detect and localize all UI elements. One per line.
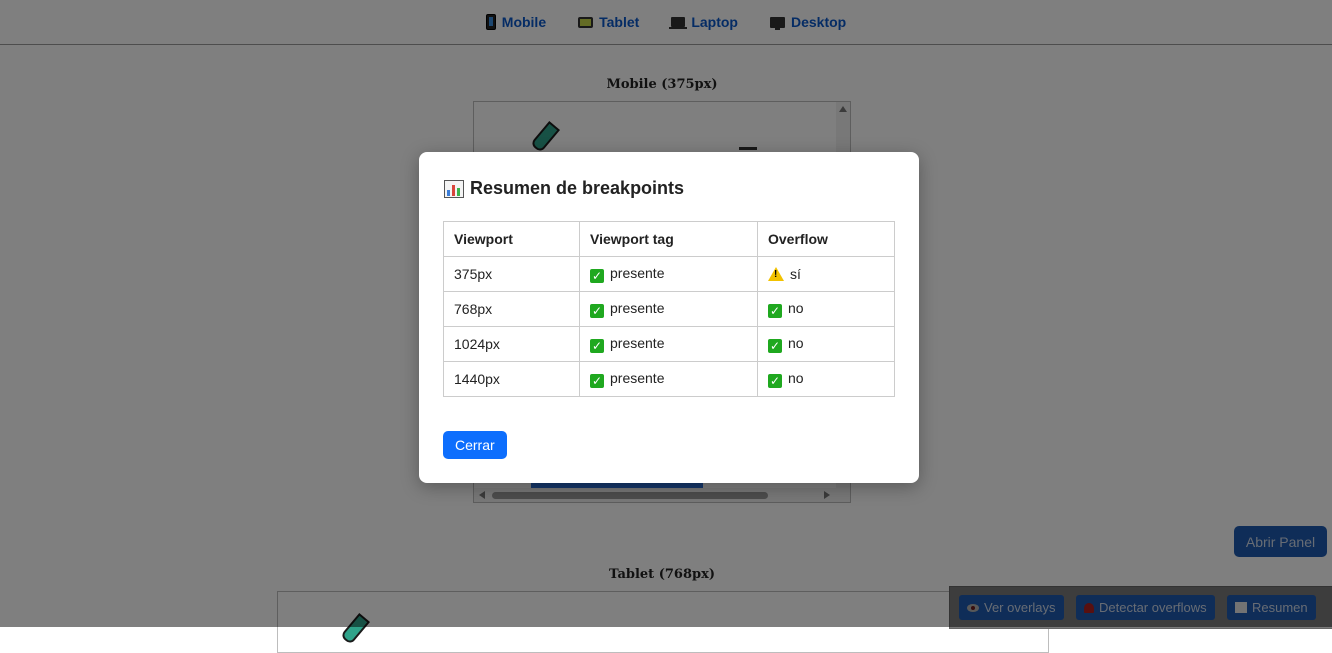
overflow-value: no bbox=[788, 370, 804, 386]
modal-title-text: Resumen de breakpoints bbox=[470, 178, 685, 198]
overflow-value: no bbox=[788, 335, 804, 351]
check-mark-icon: ✓ bbox=[768, 339, 782, 353]
column-header-viewport: Viewport bbox=[443, 221, 580, 257]
viewport-cell: 1440px bbox=[443, 361, 580, 397]
column-header-viewport-tag: Viewport tag bbox=[579, 221, 758, 257]
bar-chart-icon bbox=[444, 179, 464, 198]
overflow-value: sí bbox=[790, 266, 801, 282]
overflow-cell: ✓ no bbox=[757, 291, 895, 327]
close-button[interactable]: Cerrar bbox=[443, 431, 507, 459]
modal-title: Resumen de breakpoints bbox=[444, 178, 684, 199]
viewport-tag-value: presente bbox=[610, 300, 665, 316]
overflow-cell: sí bbox=[757, 256, 895, 292]
viewport-tag-cell: ✓ presente bbox=[579, 291, 758, 327]
check-mark-icon: ✓ bbox=[590, 269, 604, 283]
viewport-tag-cell: ✓ presente bbox=[579, 256, 758, 292]
overflow-cell: ✓ no bbox=[757, 326, 895, 362]
table-row: 768px ✓ presente ✓ no bbox=[443, 291, 895, 327]
viewport-tag-cell: ✓ presente bbox=[579, 361, 758, 397]
overflow-value: no bbox=[788, 300, 804, 316]
table-header-row: Viewport Viewport tag Overflow bbox=[443, 221, 895, 257]
table-row: 1440px ✓ presente ✓ no bbox=[443, 361, 895, 397]
table-row: 1024px ✓ presente ✓ no bbox=[443, 326, 895, 362]
breakpoint-summary-modal: Resumen de breakpoints Viewport Viewport… bbox=[419, 152, 919, 483]
overflow-cell: ✓ no bbox=[757, 361, 895, 397]
check-mark-icon: ✓ bbox=[590, 304, 604, 318]
viewport-tag-value: presente bbox=[610, 370, 665, 386]
viewport-cell: 768px bbox=[443, 291, 580, 327]
viewport-tag-cell: ✓ presente bbox=[579, 326, 758, 362]
column-header-overflow: Overflow bbox=[757, 221, 895, 257]
viewport-cell: 375px bbox=[443, 256, 580, 292]
breakpoint-table: Viewport Viewport tag Overflow 375px ✓ pr… bbox=[443, 221, 895, 397]
check-mark-icon: ✓ bbox=[590, 374, 604, 388]
table-row: 375px ✓ presente sí bbox=[443, 256, 895, 292]
viewport-tag-value: presente bbox=[610, 335, 665, 351]
viewport-cell: 1024px bbox=[443, 326, 580, 362]
warning-icon bbox=[768, 267, 784, 281]
viewport-tag-value: presente bbox=[610, 265, 665, 281]
check-mark-icon: ✓ bbox=[590, 339, 604, 353]
check-mark-icon: ✓ bbox=[768, 374, 782, 388]
check-mark-icon: ✓ bbox=[768, 304, 782, 318]
